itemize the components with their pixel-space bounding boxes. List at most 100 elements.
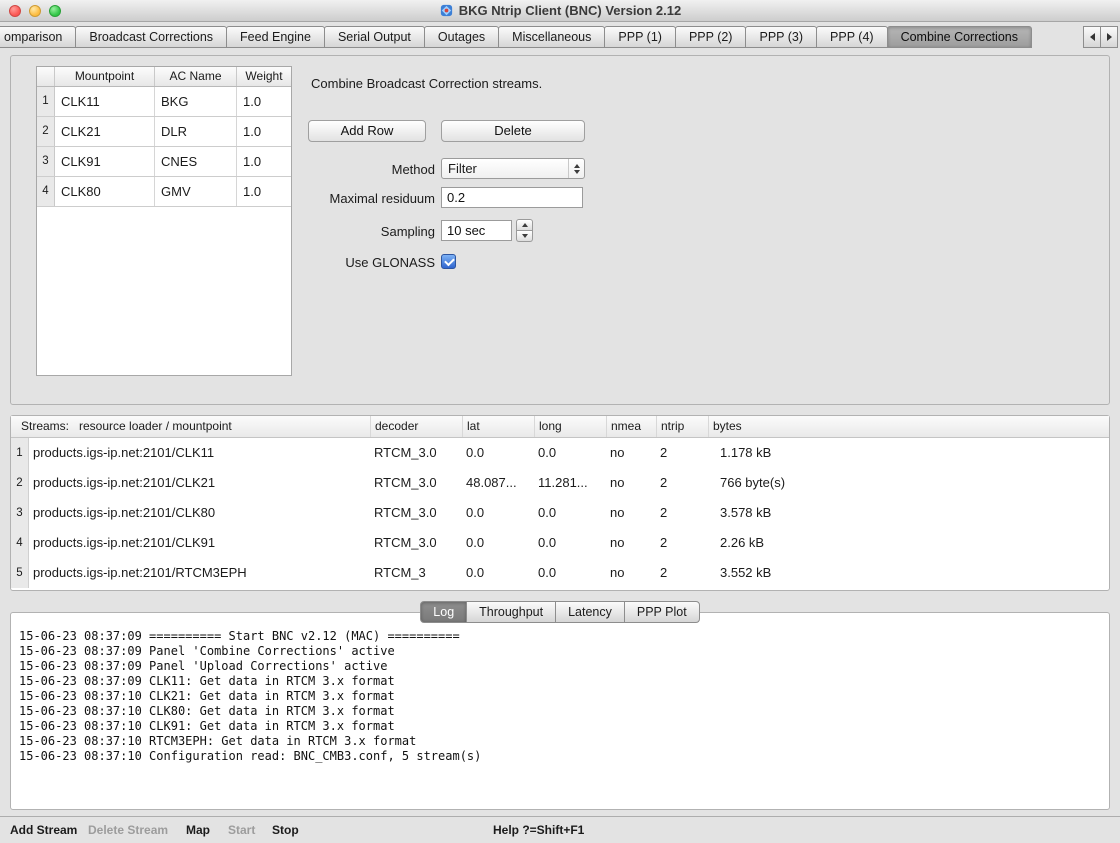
stream-decoder-cell: RTCM_3 — [370, 558, 462, 588]
map-button[interactable]: Map — [186, 817, 210, 843]
tab-log[interactable]: Log — [420, 601, 467, 623]
log-line: 15-06-23 08:37:09 Panel 'Upload Correcti… — [19, 659, 1101, 674]
stream-mountpoint-cell: products.igs-ip.net:2101/RTCM3EPH — [29, 558, 370, 588]
stream-nmea-cell: no — [606, 498, 656, 528]
table-row[interactable]: 3 CLK91 CNES 1.0 — [37, 147, 291, 177]
method-selected-value: Filter — [442, 161, 568, 176]
log-line: 15-06-23 08:37:10 RTCM3EPH: Get data in … — [19, 734, 1101, 749]
table-row[interactable]: 4 products.igs-ip.net:2101/CLK91 RTCM_3.… — [11, 528, 1109, 558]
table-row[interactable]: 3 products.igs-ip.net:2101/CLK80 RTCM_3.… — [11, 498, 1109, 528]
column-header-mountpoint[interactable]: Mountpoint — [55, 67, 155, 86]
tab-scroll-left-button[interactable] — [1083, 26, 1101, 48]
tab-feed-engine[interactable]: Feed Engine — [226, 26, 325, 48]
zoom-window-button[interactable] — [49, 5, 61, 17]
plot-tabbar: Log Throughput Latency PPP Plot — [0, 601, 1120, 623]
table-row[interactable]: 1 CLK11 BKG 1.0 — [37, 87, 291, 117]
mountpoint-table: Mountpoint AC Name Weight 1 CLK11 BKG 1.… — [36, 66, 292, 376]
stream-lat-cell: 48.087... — [462, 468, 534, 498]
row-number: 2 — [11, 468, 29, 498]
mountpoint-cell: CLK91 — [55, 147, 155, 176]
tab-latency[interactable]: Latency — [555, 601, 625, 623]
corner-header — [37, 67, 55, 86]
column-header-weight[interactable]: Weight — [237, 67, 291, 86]
ac-name-cell: BKG — [155, 87, 237, 116]
log-line: 15-06-23 08:37:10 CLK21: Get data in RTC… — [19, 689, 1101, 704]
stream-long-cell: 0.0 — [534, 558, 606, 588]
sampling-spinner — [516, 219, 533, 242]
use-glonass-checkbox[interactable] — [441, 254, 456, 269]
table-row[interactable]: 2 products.igs-ip.net:2101/CLK21 RTCM_3.… — [11, 468, 1109, 498]
scroll-right-icon — [1107, 33, 1112, 41]
help-shortcut-label: Help ?=Shift+F1 — [493, 817, 584, 843]
tab-clock-comparison[interactable]: omparison — [0, 26, 76, 48]
tab-ppp-2[interactable]: PPP (2) — [675, 26, 747, 48]
mountpoint-cell: CLK21 — [55, 117, 155, 146]
add-stream-button[interactable]: Add Stream — [10, 817, 77, 843]
column-header-bytes[interactable]: bytes — [709, 416, 1109, 437]
tab-broadcast-corrections[interactable]: Broadcast Corrections — [75, 26, 227, 48]
tab-throughput[interactable]: Throughput — [466, 601, 556, 623]
log-output[interactable]: 15-06-23 08:37:09 ========== Start BNC v… — [19, 629, 1101, 803]
column-header-nmea[interactable]: nmea — [607, 416, 657, 437]
mountpoint-cell: CLK11 — [55, 87, 155, 116]
stream-lat-cell: 0.0 — [462, 528, 534, 558]
log-line: 15-06-23 08:37:10 CLK80: Get data in RTC… — [19, 704, 1101, 719]
stop-button[interactable]: Stop — [272, 817, 299, 843]
column-header-lat[interactable]: lat — [463, 416, 535, 437]
stream-bytes-cell: 2.26 kB — [708, 528, 1109, 558]
stream-ntrip-cell: 2 — [656, 528, 708, 558]
column-header-streams-mountpoint[interactable]: Streams: resource loader / mountpoint — [11, 416, 371, 437]
stream-ntrip-cell: 2 — [656, 438, 708, 468]
table-row[interactable]: 5 products.igs-ip.net:2101/RTCM3EPH RTCM… — [11, 558, 1109, 588]
stream-long-cell: 0.0 — [534, 528, 606, 558]
row-number: 3 — [37, 147, 55, 176]
tab-ppp-plot[interactable]: PPP Plot — [624, 601, 700, 623]
scroll-left-icon — [1090, 33, 1095, 41]
weight-cell: 1.0 — [237, 147, 291, 176]
tab-ppp-1[interactable]: PPP (1) — [604, 26, 676, 48]
statusbar: Add Stream Delete Stream Map Start Stop … — [0, 816, 1120, 843]
column-header-long[interactable]: long — [535, 416, 607, 437]
stream-ntrip-cell: 2 — [656, 558, 708, 588]
row-number: 1 — [37, 87, 55, 116]
minimize-window-button[interactable] — [29, 5, 41, 17]
method-label: Method — [308, 159, 435, 180]
tab-ppp-3[interactable]: PPP (3) — [745, 26, 817, 48]
stream-lat-cell: 0.0 — [462, 498, 534, 528]
combine-corrections-panel: Mountpoint AC Name Weight 1 CLK11 BKG 1.… — [10, 55, 1110, 405]
column-header-ac-name[interactable]: AC Name — [155, 67, 237, 86]
stream-mountpoint-cell: products.igs-ip.net:2101/CLK91 — [29, 528, 370, 558]
stream-mountpoint-cell: products.igs-ip.net:2101/CLK21 — [29, 468, 370, 498]
column-header-decoder[interactable]: decoder — [371, 416, 463, 437]
table-row[interactable]: 1 products.igs-ip.net:2101/CLK11 RTCM_3.… — [11, 438, 1109, 468]
weight-cell: 1.0 — [237, 87, 291, 116]
table-row[interactable]: 2 CLK21 DLR 1.0 — [37, 117, 291, 147]
stream-bytes-cell: 3.578 kB — [708, 498, 1109, 528]
tab-ppp-4[interactable]: PPP (4) — [816, 26, 888, 48]
spin-up-button[interactable] — [516, 219, 533, 231]
start-button: Start — [228, 817, 255, 843]
sampling-input[interactable] — [441, 220, 512, 241]
close-window-button[interactable] — [9, 5, 21, 17]
method-select[interactable]: Filter — [441, 158, 585, 179]
maximal-residuum-input[interactable] — [441, 187, 583, 208]
spin-up-icon — [522, 223, 528, 227]
stream-lat-cell: 0.0 — [462, 438, 534, 468]
stream-bytes-cell: 3.552 kB — [708, 558, 1109, 588]
column-header-ntrip[interactable]: ntrip — [657, 416, 709, 437]
stream-mountpoint-cell: products.igs-ip.net:2101/CLK80 — [29, 498, 370, 528]
tab-serial-output[interactable]: Serial Output — [324, 26, 425, 48]
delete-button[interactable]: Delete — [441, 120, 585, 142]
spin-down-button[interactable] — [516, 231, 533, 243]
add-row-button[interactable]: Add Row — [308, 120, 426, 142]
tab-miscellaneous[interactable]: Miscellaneous — [498, 26, 605, 48]
row-number: 1 — [11, 438, 29, 468]
tab-outages[interactable]: Outages — [424, 26, 499, 48]
sampling-label: Sampling — [308, 221, 435, 242]
tab-scroll-right-button[interactable] — [1100, 26, 1118, 48]
stream-ntrip-cell: 2 — [656, 468, 708, 498]
tab-combine-corrections[interactable]: Combine Corrections — [887, 26, 1032, 48]
table-row[interactable]: 4 CLK80 GMV 1.0 — [37, 177, 291, 207]
main-tabbar: omparison Broadcast Corrections Feed Eng… — [0, 22, 1120, 55]
titlebar: BKG Ntrip Client (BNC) Version 2.12 — [0, 0, 1120, 22]
